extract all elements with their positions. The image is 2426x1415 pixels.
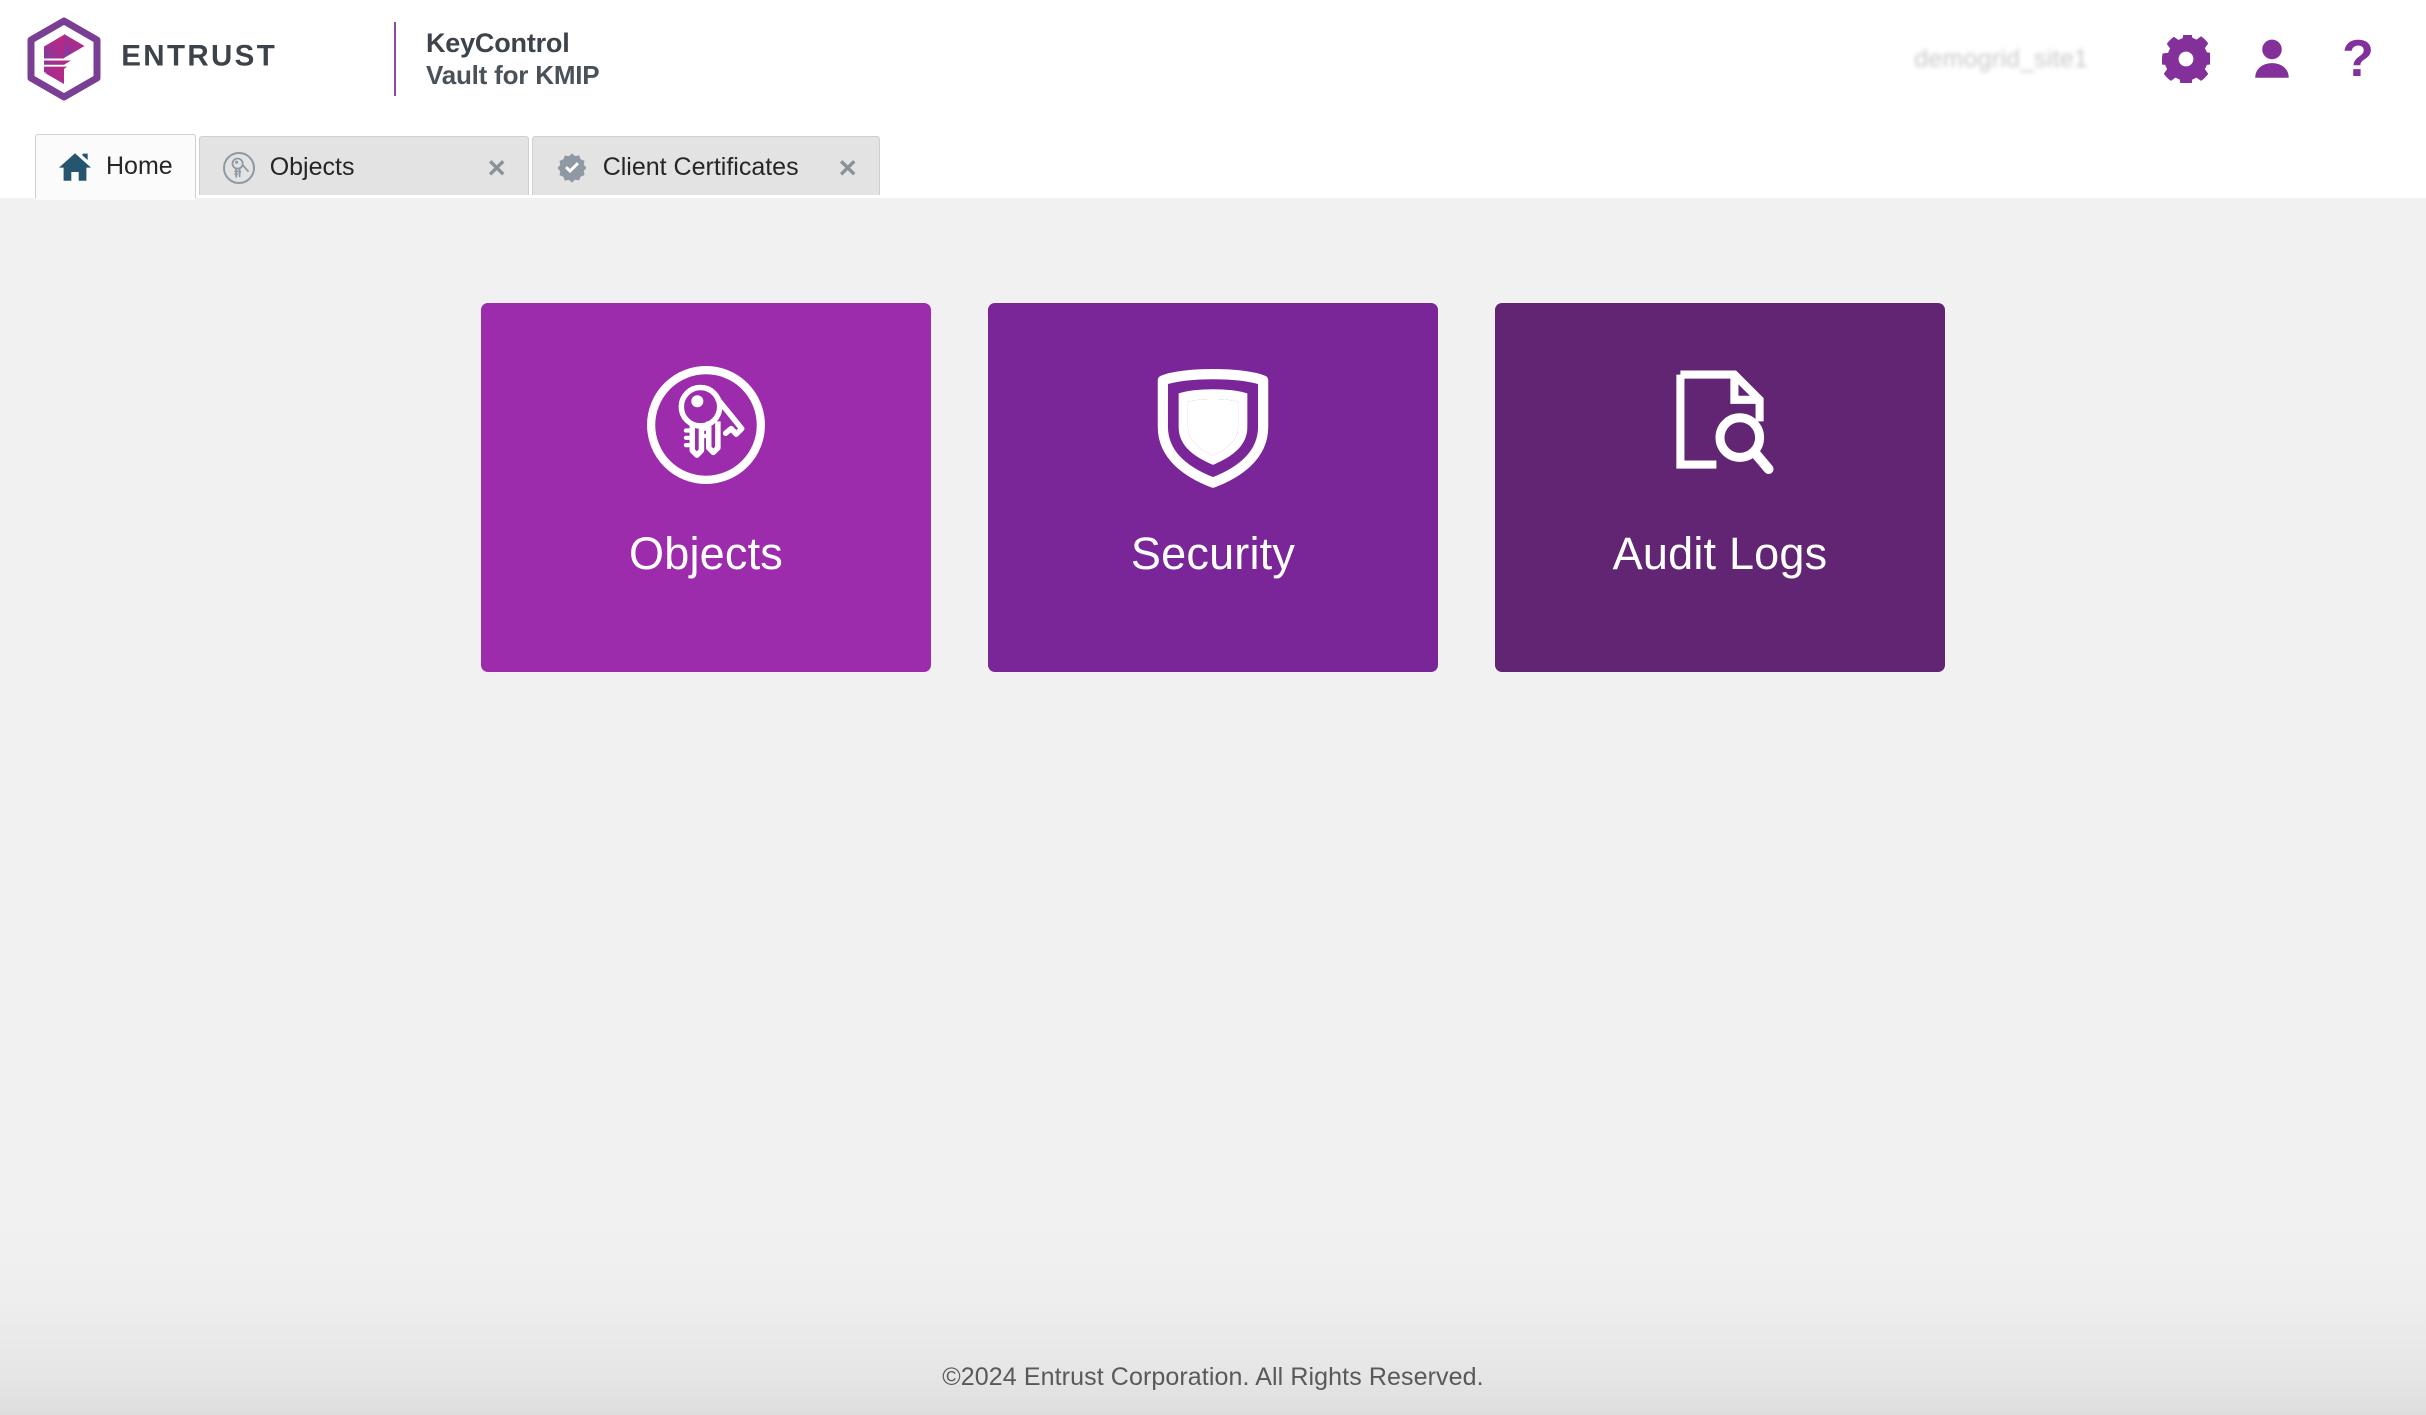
question-mark-icon[interactable]: ? bbox=[2326, 27, 2390, 91]
tile-objects-label: Objects bbox=[629, 528, 783, 579]
header-divider bbox=[394, 22, 396, 96]
main-content: Objects Security Audit Logs ©2024 Entrus… bbox=[0, 198, 2426, 1415]
copyright-text: ©2024 Entrust Corporation. All Rights Re… bbox=[942, 1363, 1484, 1391]
header-actions: demogrid_site1 ? bbox=[1914, 27, 2426, 91]
tile-objects[interactable]: Objects bbox=[481, 303, 931, 672]
help-label: ? bbox=[2342, 30, 2374, 88]
svg-text:ENTRUST: ENTRUST bbox=[121, 41, 277, 72]
tab-home[interactable]: Home bbox=[35, 134, 196, 200]
document-search-icon bbox=[1657, 355, 1783, 495]
brand-block: ENTRUST KeyControl Vault for KMIP bbox=[0, 17, 600, 101]
tab-bar: Home Objects × Client Certificates × bbox=[0, 118, 2426, 200]
product-title-line1: KeyControl bbox=[426, 27, 570, 58]
tenant-name: demogrid_site1 bbox=[1914, 44, 2088, 73]
tab-client-certificates[interactable]: Client Certificates × bbox=[531, 136, 880, 198]
keyring-circle-icon bbox=[642, 355, 770, 495]
tab-client-certificates-close-icon[interactable]: × bbox=[799, 152, 857, 183]
tile-grid: Objects Security Audit Logs bbox=[0, 198, 2426, 672]
tile-security-label: Security bbox=[1130, 528, 1296, 579]
tab-home-label: Home bbox=[106, 152, 173, 180]
keyring-circle-icon bbox=[222, 151, 256, 185]
tab-objects-close-icon[interactable]: × bbox=[428, 152, 506, 183]
page-footer: ©2024 Entrust Corporation. All Rights Re… bbox=[0, 1225, 2426, 1415]
gear-icon[interactable] bbox=[2154, 27, 2218, 91]
shield-icon bbox=[1148, 355, 1278, 495]
tile-audit-logs[interactable]: Audit Logs bbox=[1495, 303, 1945, 672]
tile-audit-logs-label: Audit Logs bbox=[1612, 528, 1828, 579]
entrust-wordmark: ENTRUST bbox=[120, 39, 366, 77]
product-title: KeyControl Vault for KMIP bbox=[426, 27, 600, 92]
product-title-line2: Vault for KMIP bbox=[426, 59, 600, 90]
entrust-logo-icon bbox=[22, 17, 106, 101]
tab-objects[interactable]: Objects × bbox=[198, 136, 529, 198]
home-icon bbox=[58, 150, 92, 184]
tab-objects-label: Objects bbox=[269, 153, 355, 181]
user-icon[interactable] bbox=[2240, 27, 2304, 91]
tile-security[interactable]: Security bbox=[988, 303, 1438, 672]
tab-client-certificates-label: Client Certificates bbox=[602, 153, 799, 181]
certificate-badge-icon bbox=[555, 151, 589, 185]
app-header: ENTRUST KeyControl Vault for KMIP demogr… bbox=[0, 0, 2426, 118]
